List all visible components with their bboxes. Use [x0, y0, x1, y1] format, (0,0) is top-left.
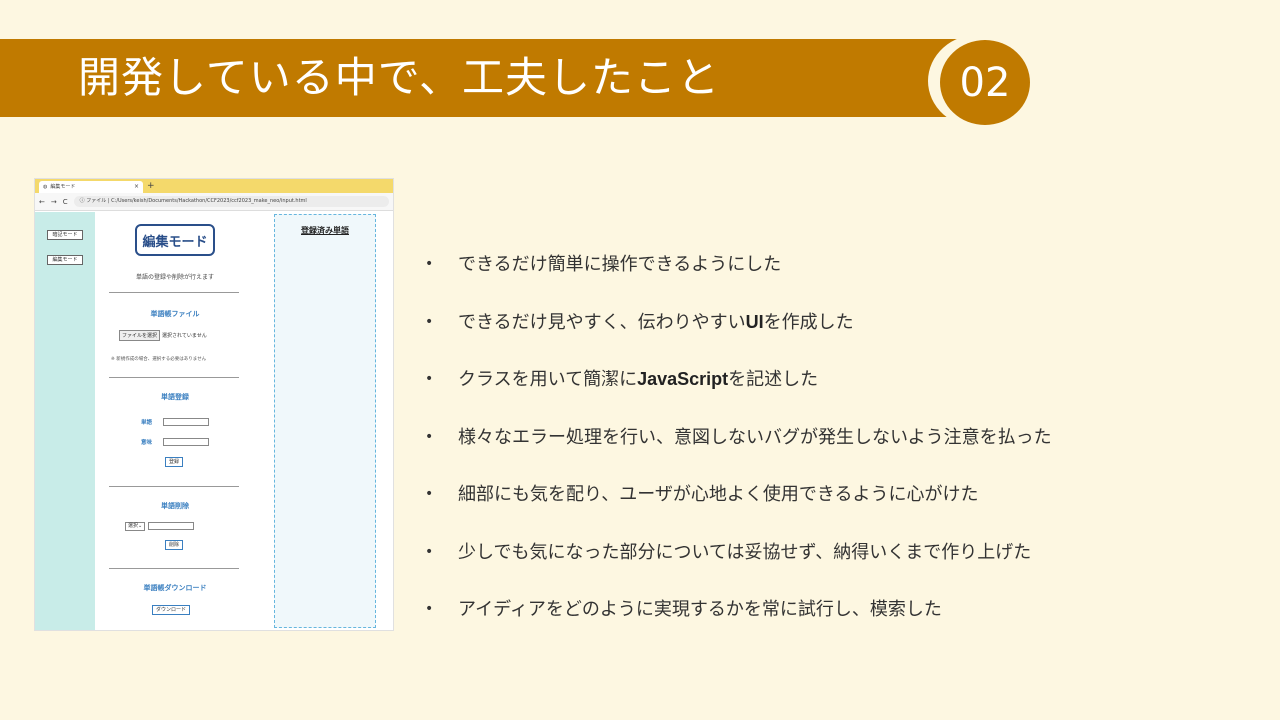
divider: [109, 292, 239, 293]
page-title: 開発している中で、工夫したこと: [78, 53, 721, 102]
meaning-label: 意味: [141, 440, 153, 446]
meaning-input[interactable]: [163, 438, 209, 446]
address-bar: ← → C ⓘ ファイル | C:/Users/keish/Documents/…: [35, 193, 393, 211]
divider: [109, 377, 239, 378]
word-select[interactable]: 選択⌄: [125, 522, 146, 531]
list-item: • クラスを用いて簡潔にJavaScriptを記述した: [425, 362, 1052, 420]
edit-panel: 編集モード 単語の登録や削除が行えます 単語帳ファイル ファイルを選択 選択され…: [95, 212, 275, 630]
mode-heading: 編集モード: [135, 224, 215, 256]
browser-tab-bar: ◍ 編集モード × +: [35, 179, 393, 193]
url-prefix: ファイル: [86, 198, 107, 204]
list-item: • できるだけ見やすく、伝わりやすいUIを作成した: [425, 305, 1052, 363]
choose-file-button[interactable]: ファイルを選択: [119, 330, 161, 341]
word-input[interactable]: [163, 418, 209, 426]
list-item: • できるだけ簡単に操作できるようにした: [425, 247, 1052, 305]
edit-mode-button[interactable]: 編集モード: [47, 255, 83, 265]
download-button[interactable]: ダウンロード: [152, 605, 191, 615]
file-note: ※ 新規作成の場合、選択する必要はありません: [111, 357, 207, 362]
delete-word-input[interactable]: [148, 522, 194, 530]
download-section-heading: 単語帳ダウンロード: [143, 584, 207, 592]
divider: [109, 568, 239, 569]
bullet-dot: •: [425, 543, 434, 560]
registered-words-title: 登録済み単語: [301, 226, 349, 235]
divider: [109, 486, 239, 487]
list-item: • アイディアをどのように実現するかを常に試行し、模索した: [425, 592, 1052, 650]
app-page: 暗記モード 編集モード 編集モード 単語の登録や削除が行えます 単語帳ファイル …: [35, 212, 393, 630]
info-icon: ⓘ: [79, 198, 85, 204]
close-icon[interactable]: ×: [134, 181, 139, 193]
delete-section-heading: 単語削除: [161, 502, 189, 510]
delete-button[interactable]: 削除: [165, 540, 184, 550]
url-text: C:/Users/keish/Documents/Hackathon/CCF20…: [111, 198, 307, 204]
globe-icon: ◍: [43, 184, 48, 190]
app-screenshot: ◍ 編集モード × + ← → C ⓘ ファイル | C:/Users/keis…: [34, 178, 394, 631]
new-tab-icon[interactable]: +: [147, 180, 155, 192]
url-field[interactable]: ⓘ ファイル | C:/Users/keish/Documents/Hackat…: [73, 196, 389, 207]
section-number-badge: 02: [940, 40, 1030, 125]
file-picker: ファイルを選択 選択されていません: [119, 330, 207, 341]
list-item: • 細部にも気を配り、ユーザが心地よく使用できるように心がけた: [425, 477, 1052, 535]
back-icon[interactable]: ←: [39, 198, 45, 206]
memorize-mode-button[interactable]: 暗記モード: [47, 230, 83, 240]
mode-subtitle: 単語の登録や削除が行えます: [135, 274, 214, 281]
bullet-dot: •: [425, 256, 434, 272]
registered-words-panel: 登録済み単語: [274, 214, 376, 628]
bullet-dot: •: [425, 601, 434, 617]
list-item: • 様々なエラー処理を行い、意図しないバグが発生しないよう注意を払った: [425, 420, 1052, 478]
list-item: • 少しでも気になった部分については妥協せず、納得いくまで作り上げた: [425, 535, 1052, 593]
bullet-dot: •: [425, 313, 434, 330]
no-file-text: 選択されていません: [162, 333, 207, 339]
forward-icon[interactable]: →: [51, 198, 57, 206]
register-button[interactable]: 登録: [165, 457, 184, 467]
feature-list: • できるだけ簡単に操作できるようにした • できるだけ見やすく、伝わりやすいU…: [425, 247, 1052, 650]
file-section-heading: 単語帳ファイル: [150, 310, 200, 318]
word-label: 単語: [141, 420, 153, 426]
browser-tab[interactable]: ◍ 編集モード ×: [39, 181, 143, 193]
reload-icon[interactable]: C: [63, 198, 68, 206]
sidebar: 暗記モード 編集モード: [35, 212, 95, 630]
register-section-heading: 単語登録: [161, 393, 189, 401]
bullet-dot: •: [425, 371, 434, 387]
bullet-dot: •: [425, 428, 434, 445]
bullet-dot: •: [425, 486, 434, 502]
tab-title: 編集モード: [50, 184, 76, 190]
